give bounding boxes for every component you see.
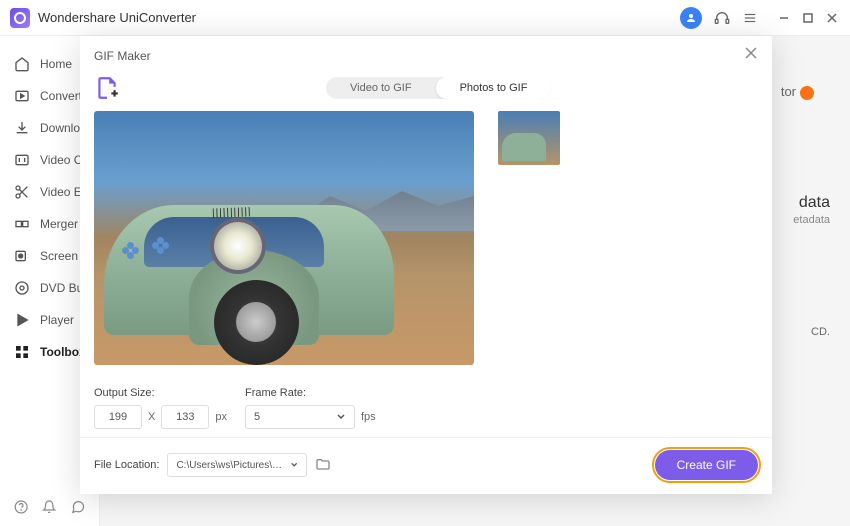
compressor-icon — [14, 152, 30, 168]
tab-photos-to-gif[interactable]: Photos to GIF — [436, 77, 552, 99]
sidebar-item-label: Player — [40, 313, 74, 327]
create-gif-button[interactable]: Create GIF — [655, 450, 758, 480]
bg-label: etadata — [793, 214, 830, 226]
tab-video-to-gif[interactable]: Video to GIF — [326, 77, 436, 99]
headset-icon[interactable] — [714, 10, 730, 26]
output-size-label: Output Size: — [94, 387, 227, 399]
sidebar-item-label: Merger — [40, 217, 78, 231]
user-avatar-icon[interactable] — [680, 7, 702, 29]
download-icon — [14, 120, 30, 136]
frame-rate-label: Frame Rate: — [245, 387, 376, 399]
titlebar: Wondershare UniConverter — [0, 0, 850, 36]
chevron-down-icon — [336, 412, 346, 422]
frame-rate-select[interactable]: 5 — [245, 405, 355, 429]
dimension-separator: X — [148, 411, 155, 423]
folder-icon[interactable] — [315, 457, 331, 473]
help-icon[interactable] — [14, 498, 28, 516]
file-location-label: File Location: — [94, 459, 159, 471]
bg-label: data — [799, 194, 830, 212]
minimize-button[interactable] — [776, 10, 792, 26]
file-location-select[interactable]: C:\Users\ws\Pictures\Wonders — [167, 453, 307, 477]
add-file-button[interactable] — [94, 75, 120, 101]
bg-label: CD. — [811, 326, 830, 338]
recorder-icon — [14, 248, 30, 264]
badge-icon — [800, 86, 814, 100]
file-plus-icon — [94, 75, 120, 101]
preview-image — [94, 111, 474, 365]
bg-label: tor — [781, 84, 814, 100]
modal-title: GIF Maker — [94, 49, 151, 63]
sidebar-item-label: Toolbox — [40, 345, 86, 359]
maximize-button[interactable] — [800, 10, 816, 26]
app-title: Wondershare UniConverter — [38, 10, 196, 25]
feedback-icon[interactable] — [71, 498, 85, 516]
px-unit: px — [215, 411, 227, 423]
sidebar-item-label: Home — [40, 57, 72, 71]
fps-unit: fps — [361, 411, 376, 423]
tab-group: Video to GIF Photos to GIF — [326, 77, 551, 99]
merger-icon — [14, 216, 30, 232]
home-icon — [14, 56, 30, 72]
close-button[interactable] — [824, 10, 840, 26]
chevron-down-icon — [290, 460, 298, 470]
height-input[interactable] — [161, 405, 209, 429]
gif-maker-modal: GIF Maker Video to GIF Photos to GIF — [80, 36, 772, 494]
modal-close-button[interactable] — [744, 46, 758, 65]
thumbnail-image[interactable] — [498, 111, 560, 165]
toolbox-icon — [14, 344, 30, 360]
disc-icon — [14, 280, 30, 296]
bell-icon[interactable] — [42, 498, 56, 516]
converter-icon — [14, 88, 30, 104]
menu-icon[interactable] — [742, 10, 758, 26]
app-logo-icon — [10, 8, 30, 28]
play-icon — [14, 312, 30, 328]
width-input[interactable] — [94, 405, 142, 429]
scissors-icon — [14, 184, 30, 200]
